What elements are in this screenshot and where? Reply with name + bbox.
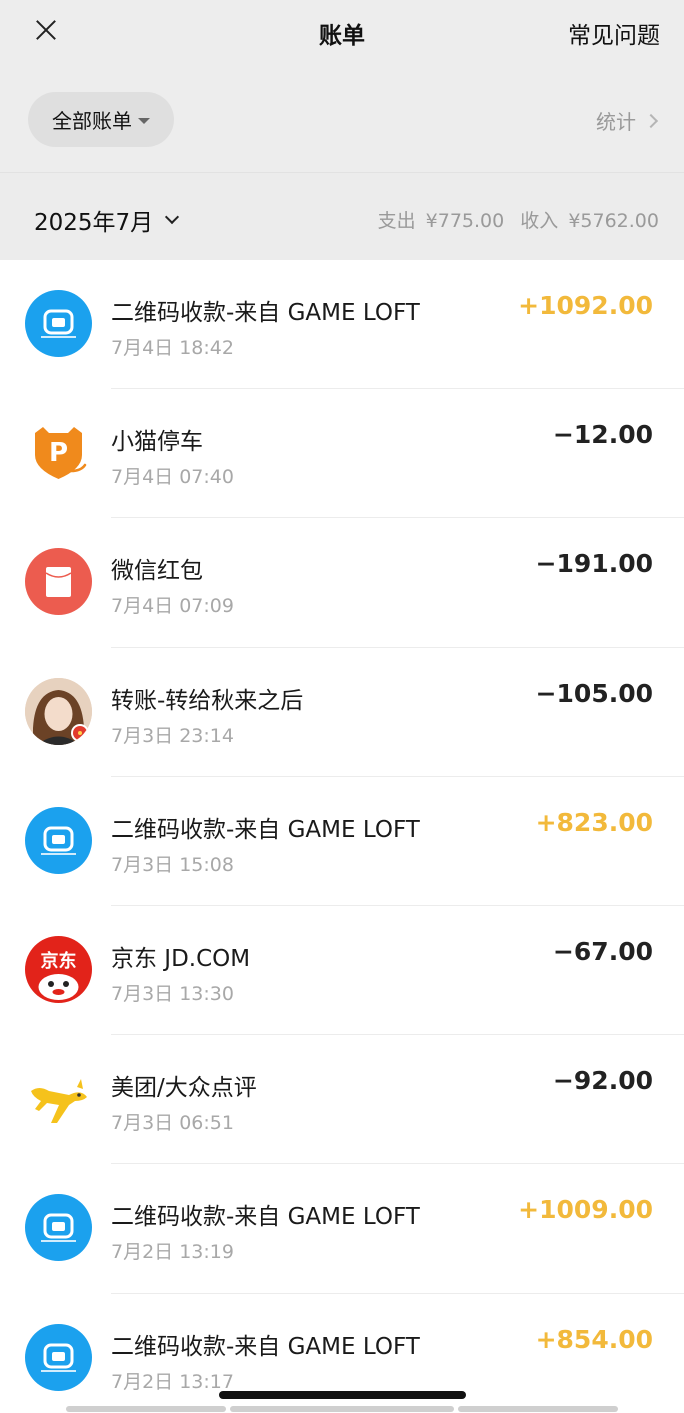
transaction-title: 二维码收款-来自 GAME LOFT (111, 1204, 420, 1231)
transaction-title: 微信红包 (111, 558, 203, 585)
home-indicator (219, 1391, 466, 1399)
expense-value: ¥775.00 (425, 210, 505, 232)
chevron-right-icon (643, 113, 659, 128)
scroll-track (230, 1406, 454, 1412)
transaction-row[interactable]: 二维码收款-来自 GAME LOFT 7月3日 15:08 +823.00 (0, 777, 684, 906)
parking-icon: P (25, 419, 92, 487)
transaction-time: 7月3日 13:30 (111, 982, 234, 1005)
transaction-amount: −67.00 (552, 936, 653, 966)
month-label: 2025年7月 (34, 210, 154, 236)
transaction-amount: −12.00 (552, 420, 653, 450)
income-value: ¥5762.00 (568, 210, 659, 232)
transaction-row[interactable]: 转账-转给秋来之后 7月3日 23:14 −105.00 (0, 648, 684, 777)
transaction-time: 7月4日 18:42 (111, 337, 234, 359)
stats-label: 统计 (596, 110, 636, 134)
all-bills-label: 全部账单 (52, 109, 132, 133)
month-selector[interactable]: 2025年7月 (34, 203, 180, 237)
expense-label: 支出 (377, 210, 416, 232)
transaction-amount: +854.00 (535, 1324, 653, 1354)
red-envelope-icon (25, 548, 92, 616)
transaction-list: 二维码收款-来自 GAME LOFT 7月4日 18:42 +1092.00 P… (0, 260, 684, 1413)
filter-bar: 全部账单 统计 (0, 84, 684, 156)
stats-link[interactable]: 统计 (596, 106, 659, 135)
transaction-row[interactable]: 微信红包 7月4日 07:09 −191.00 (0, 518, 684, 648)
transaction-time: 7月2日 13:17 (111, 1370, 234, 1393)
transaction-title: 京东 JD.COM (111, 945, 251, 972)
caret-down-icon (138, 117, 150, 124)
month-header: 2025年7月 支出 ¥775.00 收入 ¥5762.00 (0, 172, 684, 260)
transaction-row[interactable]: 美团/大众点评 7月3日 06:51 −92.00 (0, 1035, 684, 1165)
transaction-amount: −92.00 (552, 1066, 653, 1096)
faq-link[interactable]: 常见问题 (568, 16, 660, 50)
svg-text:京东: 京东 (41, 950, 77, 972)
gameloft-icon (25, 806, 92, 874)
transaction-time: 7月4日 07:40 (111, 466, 234, 489)
transaction-title: 二维码收款-来自 GAME LOFT (111, 300, 420, 326)
transaction-title: 小猫停车 (111, 429, 203, 456)
month-summary: 支出 ¥775.00 收入 ¥5762.00 (374, 206, 659, 233)
gameloft-icon (25, 290, 92, 357)
transaction-title: 二维码收款-来自 GAME LOFT (111, 816, 420, 843)
transaction-title: 二维码收款-来自 GAME LOFT (111, 1333, 420, 1360)
chevron-down-icon (165, 209, 180, 225)
transaction-time: 7月3日 23:14 (111, 724, 234, 747)
transaction-time: 7月4日 07:09 (111, 595, 234, 618)
scroll-track (66, 1406, 226, 1412)
jd-icon: 京东 (25, 935, 92, 1003)
transaction-amount: +1092.00 (518, 291, 653, 320)
transaction-amount: −191.00 (535, 549, 653, 579)
transaction-row[interactable]: 二维码收款-来自 GAME LOFT 7月2日 13:19 +1009.00 (0, 1164, 684, 1294)
transaction-row[interactable]: P 小猫停车 7月4日 07:40 −12.00 (0, 389, 684, 519)
svg-text:P: P (49, 438, 68, 468)
transaction-amount: +823.00 (535, 807, 653, 837)
transaction-amount: −105.00 (535, 678, 653, 708)
gameloft-icon (25, 1194, 92, 1262)
transaction-amount: +1009.00 (518, 1195, 653, 1225)
meituan-icon (25, 1065, 92, 1133)
transaction-time: 7月3日 15:08 (111, 853, 234, 876)
transaction-title: 转账-转给秋来之后 (111, 687, 304, 714)
income-label: 收入 (520, 210, 559, 232)
transaction-row[interactable]: 京东 京东 JD.COM 7月3日 13:30 −67.00 (0, 906, 684, 1036)
scroll-track (458, 1406, 618, 1412)
gameloft-icon (25, 1323, 92, 1391)
top-nav-bar: 账单 常见问题 (0, 0, 684, 64)
transaction-time: 7月3日 06:51 (111, 1112, 234, 1135)
transaction-row[interactable]: 二维码收款-来自 GAME LOFT 7月4日 18:42 +1092.00 (0, 260, 684, 390)
all-bills-dropdown[interactable]: 全部账单 (28, 92, 174, 147)
transaction-time: 7月2日 13:19 (111, 1241, 234, 1264)
user-avatar-icon (25, 677, 92, 745)
transaction-title: 美团/大众点评 (111, 1075, 257, 1102)
